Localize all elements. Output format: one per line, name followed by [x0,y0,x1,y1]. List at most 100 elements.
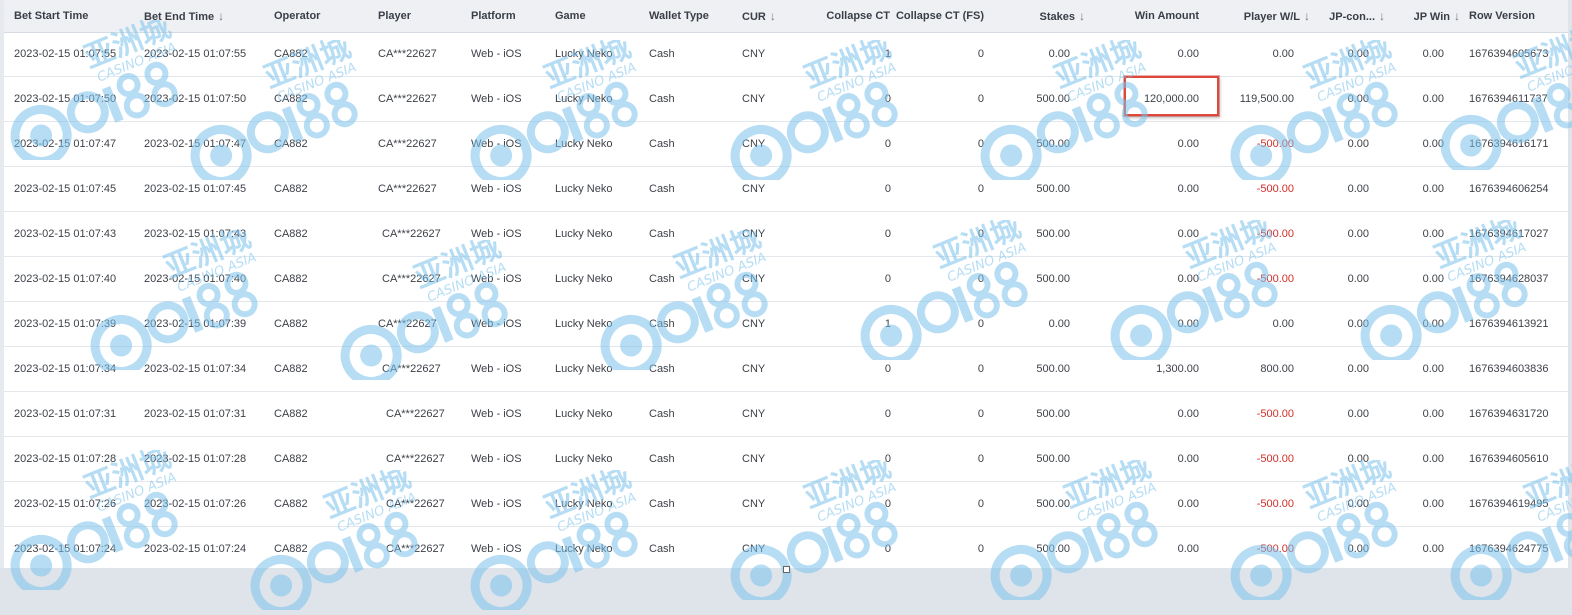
cell-win: 0.00 [1177,228,1199,240]
cell-collapse: 0 [884,453,891,465]
column-header-jpc[interactable]: JP-con... ↓ [1325,0,1385,32]
column-header-cur[interactable]: CUR ↓ [742,0,776,32]
cell-win: 0.00 [1177,48,1199,60]
cell-collapse_fs: 0 [977,408,984,420]
column-header-jpwin[interactable]: JP Win ↓ [1410,0,1460,32]
cell-jpwin: 0.00 [1422,453,1444,465]
cell-game: Lucky Neko [555,48,613,60]
cell-win: 0.00 [1177,408,1199,420]
cell-start: 2023-02-15 01:07:45 [14,183,117,195]
cell-platform: Web - iOS [471,408,522,420]
cell-player: CA***22627 [378,48,437,60]
column-header-rowver[interactable]: Row Version [1469,0,1535,32]
column-header-operator[interactable]: Operator [274,0,320,32]
column-header-label: Stakes [1039,11,1075,23]
column-header-label: Player W/L [1243,11,1300,23]
cell-collapse_fs: 0 [977,183,984,195]
cell-jpwin: 0.00 [1422,273,1444,285]
cell-stakes: 500.00 [1036,93,1070,105]
column-header-start[interactable]: Bet Start Time [14,0,88,32]
arrow-down-icon[interactable]: ↓ [218,0,224,32]
cell-collapse: 0 [884,228,891,240]
table-row[interactable]: 2023-02-15 01:07:45 2023-02-15 01:07:45 CA… [4,167,1568,212]
table-row[interactable]: 2023-02-15 01:07:31 2023-02-15 01:07:31 CA… [4,392,1568,437]
cell-jpc: 0.00 [1347,543,1369,555]
table-row[interactable]: 2023-02-15 01:07:40 2023-02-15 01:07:40 CA… [4,257,1568,302]
cell-game: Lucky Neko [555,543,613,555]
table-row[interactable]: 2023-02-15 01:07:47 2023-02-15 01:07:47 CA… [4,122,1568,167]
column-header-stakes[interactable]: Stakes ↓ [1005,0,1085,32]
cell-rowver: 1676394603836 [1469,363,1549,375]
column-header-player[interactable]: Player [378,0,411,32]
cell-platform: Web - iOS [471,273,522,285]
cell-stakes: 500.00 [1036,453,1070,465]
column-header-collapse_fs[interactable]: Collapse CT (FS) [894,0,984,32]
cell-rowver: 1676394631720 [1469,408,1549,420]
cell-end: 2023-02-15 01:07:47 [144,138,247,150]
column-header-wallet[interactable]: Wallet Type [649,0,709,32]
cell-operator: CA882 [274,453,308,465]
cell-platform: Web - iOS [471,318,522,330]
cell-player: CA***22627 [386,498,445,510]
cell-stakes: 0.00 [1048,48,1070,60]
cell-cur: CNY [742,498,766,510]
cell-operator: CA882 [274,363,308,375]
column-header-label: Collapse CT [826,10,890,22]
column-header-win[interactable]: Win Amount [1089,0,1199,32]
cell-wallet: Cash [649,408,675,420]
cell-cur: CNY [742,453,766,465]
cell-platform: Web - iOS [471,363,522,375]
column-header-game[interactable]: Game [555,0,586,32]
arrow-down-icon[interactable]: ↓ [1079,0,1085,32]
table-row[interactable]: 2023-02-15 01:07:39 2023-02-15 01:07:39 CA… [4,302,1568,347]
arrow-down-icon[interactable]: ↓ [1454,0,1460,32]
cell-stakes: 500.00 [1036,273,1070,285]
column-header-wl[interactable]: Player W/L ↓ [1220,0,1310,32]
cell-cur: CNY [742,543,766,555]
cell-platform: Web - iOS [471,228,522,240]
cell-wallet: Cash [649,48,675,60]
arrow-down-icon[interactable]: ↓ [1379,0,1385,32]
table-row[interactable]: 2023-02-15 01:07:50 2023-02-15 01:07:50 CA… [4,77,1568,122]
table-row[interactable]: 2023-02-15 01:07:55 2023-02-15 01:07:55 CA… [4,32,1568,77]
arrow-down-icon[interactable]: ↓ [770,0,776,32]
table-row[interactable]: 2023-02-15 01:07:43 2023-02-15 01:07:43 CA… [4,212,1568,257]
column-header-collapse[interactable]: Collapse CT [810,0,890,32]
cell-player: CA***22627 [378,138,437,150]
cell-collapse_fs: 0 [977,453,984,465]
cell-collapse_fs: 0 [977,318,984,330]
cell-player: CA***22627 [378,93,437,105]
cell-platform: Web - iOS [471,543,522,555]
cell-start: 2023-02-15 01:07:50 [14,93,117,105]
cell-wl: -500.00 [1256,453,1294,465]
cell-jpc: 0.00 [1347,48,1369,60]
resize-handle[interactable] [783,566,790,573]
table-row[interactable]: 2023-02-15 01:07:34 2023-02-15 01:07:34 CA… [4,347,1568,392]
cell-jpc: 0.00 [1347,453,1369,465]
cell-player: CA***22627 [386,543,445,555]
cell-wallet: Cash [649,453,675,465]
cell-collapse_fs: 0 [977,363,984,375]
cell-jpc: 0.00 [1347,273,1369,285]
cell-win: 0.00 [1177,543,1199,555]
cell-end: 2023-02-15 01:07:28 [144,453,247,465]
table-row[interactable]: 2023-02-15 01:07:24 2023-02-15 01:07:24 CA… [4,527,1568,568]
cell-wallet: Cash [649,228,675,240]
cell-end: 2023-02-15 01:07:34 [144,363,247,375]
table-row[interactable]: 2023-02-15 01:07:28 2023-02-15 01:07:28 CA… [4,437,1568,482]
cell-player: CA***22627 [378,318,437,330]
column-header-label: CUR [742,11,766,23]
cell-jpc: 0.00 [1347,498,1369,510]
cell-platform: Web - iOS [471,138,522,150]
cell-cur: CNY [742,408,766,420]
column-header-end[interactable]: Bet End Time ↓ [144,0,224,32]
cell-jpwin: 0.00 [1422,498,1444,510]
table-row[interactable]: 2023-02-15 01:07:26 2023-02-15 01:07:26 CA… [4,482,1568,527]
arrow-down-icon[interactable]: ↓ [1304,0,1310,32]
column-header-platform[interactable]: Platform [471,0,516,32]
cell-end: 2023-02-15 01:07:24 [144,543,247,555]
cell-wallet: Cash [649,183,675,195]
cell-platform: Web - iOS [471,93,522,105]
cell-collapse_fs: 0 [977,138,984,150]
cell-collapse: 1 [884,318,891,330]
